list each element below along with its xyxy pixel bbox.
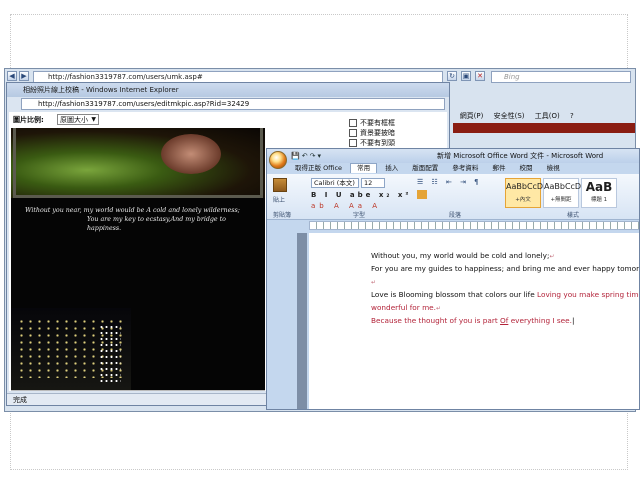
help-icon[interactable]: ? — [570, 112, 574, 120]
poem-line-1: Without you near, my world would be A co… — [25, 207, 240, 214]
ribbon: 貼上 Calibri (本文) 12 B I U abe x₂ x² ab A … — [267, 174, 639, 220]
option-dark-bg[interactable]: 資景要披暗 — [349, 128, 395, 138]
group-clipboard: 剪貼簿 — [273, 212, 292, 219]
lit-building — [99, 324, 121, 384]
poem-line-2: You are my key to ecstasy,And my bridge … — [87, 216, 226, 232]
photo-poem: Without you near, my world would be A co… — [25, 206, 261, 233]
group-font: 字型 — [353, 212, 366, 219]
font-color-buttons[interactable]: ab A Aa A — [311, 202, 381, 210]
font-name-select[interactable]: Calibri (本文) — [311, 178, 359, 188]
style-no-spacing[interactable]: AaBbCcD +無間距 — [543, 178, 581, 208]
tab-insert[interactable]: 插入 — [379, 163, 404, 174]
ie-command-bar: ⌂ 網頁(P) 安全性(S) 工具(O) ? — [445, 109, 635, 123]
doc-line-2: For you are my guides to happiness; and … — [371, 264, 640, 273]
tab-genuine[interactable]: 取得正版 Office — [289, 163, 348, 174]
back-button[interactable]: ◀ — [7, 71, 17, 81]
checkbox[interactable] — [349, 139, 357, 147]
doc-line-4: wonderful for me.↵ — [371, 303, 442, 312]
doc-line-3: Love is Blooming blossom that colors our… — [371, 290, 639, 299]
tab-review[interactable]: 校閱 — [514, 163, 539, 174]
group-styles: 樣式 — [567, 212, 580, 219]
document-page[interactable]: Without you, my world would be cold and … — [309, 233, 640, 409]
doc-line-5: Because the thought of you is part Of ev… — [371, 316, 575, 325]
option-no-frame[interactable]: 不要有框框 — [349, 118, 395, 128]
status-text: 完成 — [13, 396, 27, 404]
clipboard-group: 貼上 — [271, 178, 293, 210]
horizontal-ruler[interactable] — [309, 221, 639, 230]
option-list: 不要有框框 資景要披暗 不要有到頭 — [349, 118, 395, 148]
ratio-value: 原圖大小 — [60, 116, 88, 124]
tab-mailings[interactable]: 郵件 — [486, 163, 511, 174]
office-button-icon[interactable] — [269, 151, 287, 169]
tab-home[interactable]: 常用 — [350, 163, 378, 173]
horizontal-scrollbar[interactable] — [11, 390, 265, 391]
style-normal[interactable]: AaBbCcD +內文 — [505, 178, 543, 208]
tab-references[interactable]: 參考資料 — [446, 163, 484, 174]
quick-access-toolbar[interactable]: 💾↶↷▾ — [291, 152, 323, 160]
menu-safety[interactable]: 安全性(S) — [494, 112, 525, 120]
tab-layout[interactable]: 版面配置 — [406, 163, 444, 174]
ie-front-address-bar[interactable]: http://fashion3319787.com/users/editmkpi… — [21, 98, 445, 110]
group-paragraph: 段落 — [449, 212, 462, 219]
bing-search-input[interactable]: Bing — [491, 71, 631, 83]
forward-button[interactable]: ▶ — [19, 71, 29, 81]
menu-page[interactable]: 網頁(P) — [460, 112, 484, 120]
alignment-buttons[interactable] — [417, 190, 499, 199]
photo-frame — [13, 128, 263, 198]
left-margin-strip — [297, 233, 307, 409]
tab-view[interactable]: 檢視 — [541, 163, 566, 174]
background-page-banner — [453, 123, 635, 133]
doc-line-1: Without you, my world would be cold and … — [371, 251, 555, 260]
ratio-label: 圖片比例: — [13, 116, 44, 124]
menu-tools[interactable]: 工具(O) — [535, 112, 560, 120]
paragraph-buttons[interactable]: ☰ ☷ ⇤ ⇥ ¶ — [417, 178, 482, 186]
chevron-down-icon: ▼ — [91, 116, 96, 123]
style-heading-1[interactable]: AaB 標題 1 — [581, 178, 617, 208]
compat-icon[interactable]: ▣ — [461, 71, 471, 81]
refresh-icon[interactable]: ↻ — [447, 71, 457, 81]
bold-italic-underline-buttons[interactable]: B I U abe x₂ x² — [311, 191, 411, 199]
checkbox[interactable] — [349, 119, 357, 127]
word-window: 新增 Microsoft Office Word 文件 - Microsoft … — [266, 148, 640, 410]
font-size-select[interactable]: 12 — [361, 178, 385, 188]
ie-front-titlebar: 相紛照片線上校稿 - Windows Internet Explorer — [7, 83, 449, 97]
paste-icon[interactable] — [273, 178, 287, 192]
ribbon-tabs: 取得正版 Office 常用 插入 版面配置 參考資料 郵件 校閱 檢視 — [289, 163, 639, 174]
ribbon-group-labels: 剪貼簿 字型 段落 樣式 — [267, 210, 639, 219]
option-no-cut[interactable]: 不要有到頭 — [349, 138, 395, 148]
ratio-select[interactable]: 原圖大小 ▼ — [57, 114, 99, 125]
word-title: 新增 Microsoft Office Word 文件 - Microsoft … — [437, 152, 604, 160]
stop-icon[interactable]: ✕ — [475, 71, 485, 81]
doc-empty-line: ↵ — [371, 279, 377, 286]
window-title: 相紛照片線上校稿 - Windows Internet Explorer — [23, 86, 179, 94]
wedding-photo: Without you near, my world would be A co… — [11, 128, 265, 390]
paste-label[interactable]: 貼上 — [273, 195, 285, 204]
checkbox[interactable] — [349, 129, 357, 137]
